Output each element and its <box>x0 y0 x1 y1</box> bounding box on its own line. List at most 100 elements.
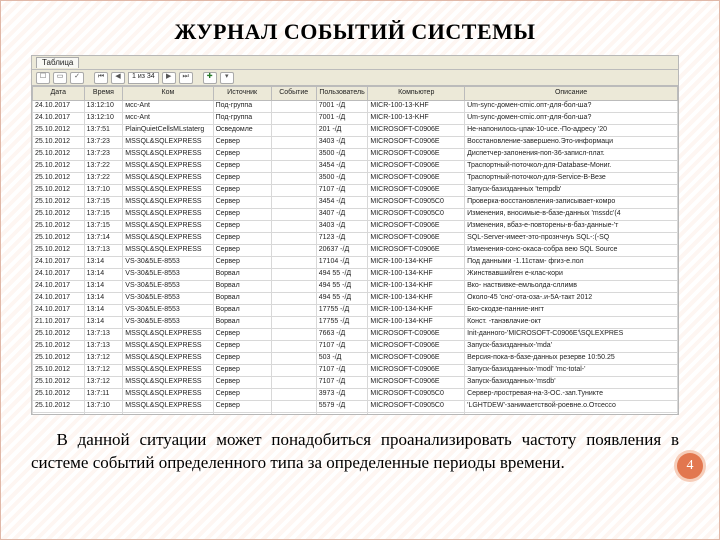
column-header[interactable]: Ком <box>123 87 213 101</box>
table-cell <box>271 137 316 149</box>
dropdown-icon[interactable]: ▾ <box>220 72 234 84</box>
table-row[interactable]: 25.10.201213:7:13MSSQL&SQLEXPRESSСервер2… <box>33 245 678 257</box>
table-cell: MSSQL&SQLEXPRESS <box>123 389 213 401</box>
table-cell: Осведомле <box>213 125 271 137</box>
table-cell: MICROSOFT-C0906E <box>368 365 465 377</box>
table-row[interactable]: 25.10.201213:7:13MSSQL&SQLEXPRESSСервер7… <box>33 341 678 353</box>
table-cell: 25.10.2012 <box>33 233 85 245</box>
table-cell: VS-30&5LE-8553 <box>123 281 213 293</box>
table-cell <box>271 329 316 341</box>
table-row[interactable]: 25.10.201213:7:12MSSQL&SQLEXPRESSСервер5… <box>33 353 678 365</box>
table-row[interactable]: 21.10.201713:14VS-30&5LE-8553Ворвал17755… <box>33 317 678 329</box>
table-cell <box>271 209 316 221</box>
table-cell <box>271 233 316 245</box>
table-cell: MICROSOFT-C0906E <box>368 149 465 161</box>
table-cell: MSSQL&SQLEXPRESS <box>123 413 213 416</box>
event-table: ДатаВремяКомИсточникСобытиеПользовательК… <box>32 86 678 415</box>
table-cell: 25.10.2012 <box>33 137 85 149</box>
table-cell: Ворвал <box>213 317 271 329</box>
column-header[interactable]: Событие <box>271 87 316 101</box>
open-icon[interactable]: ▭ <box>53 72 67 84</box>
table-row[interactable]: 24.10.201713:12:10мсс-AntПод-группа7001 … <box>33 101 678 113</box>
table-row[interactable]: 25.10.201213:7:15MSSQL&SQLEXPRESSСервер3… <box>33 209 678 221</box>
table-cell <box>271 305 316 317</box>
nav-last-icon[interactable]: ⏭ <box>179 72 193 84</box>
table-cell: 24.10.2017 <box>33 269 85 281</box>
table-cell: Ворвал <box>213 281 271 293</box>
table-cell: 7123 -/Д <box>316 233 368 245</box>
table-cell: 3454 -/Д <box>316 197 368 209</box>
table-cell: Вко- наствивке-емльолда-сллимв <box>465 281 678 293</box>
table-row[interactable]: 24.10.201713:14VS-30&5LE-8553Ворвал494 5… <box>33 269 678 281</box>
table-cell: Конст. -танэвлачие-окт <box>465 317 678 329</box>
table-cell <box>271 401 316 413</box>
table-cell: MICROSOFT-C0906E <box>368 125 465 137</box>
table-cell: Init-данного-'MICROSOFT-C0906E'\SQLEXPRE… <box>465 329 678 341</box>
table-cell <box>271 389 316 401</box>
table-row[interactable]: 25.10.201213:7:9MSSQL&SQLEXPRESSСервер34… <box>33 413 678 416</box>
table-cell: MICR-100-134-KHF <box>368 305 465 317</box>
table-cell: MICROSOFT-C0906E <box>368 329 465 341</box>
table-cell: Сервер <box>213 245 271 257</box>
table-row[interactable]: 24.10.201713:14VS-30&5LE-8553Ворвал494 5… <box>33 293 678 305</box>
table-cell: 7107 -/Д <box>316 377 368 389</box>
table-cell <box>271 197 316 209</box>
table-row[interactable]: 25.10.201213:7:23MSSQL&SQLEXPRESSСервер3… <box>33 149 678 161</box>
column-header[interactable]: Дата <box>33 87 85 101</box>
table-cell: MSSQL&SQLEXPRESS <box>123 353 213 365</box>
table-cell: MSSQL&SQLEXPRESS <box>123 233 213 245</box>
table-cell: 25.10.2012 <box>33 365 85 377</box>
table-cell: 7663 -/Д <box>316 329 368 341</box>
table-cell: 24.10.2017 <box>33 113 85 125</box>
table-cell: MICROSOFT-C0906E <box>368 185 465 197</box>
table-row[interactable]: 24.10.201713:12:10мсс-AntПод-группа7001 … <box>33 113 678 125</box>
table-cell: 13:14 <box>84 257 123 269</box>
column-header[interactable]: Источник <box>213 87 271 101</box>
table-cell: Версия-пока-в-базе-данных резерве 10:50.… <box>465 353 678 365</box>
table-cell: 3454 -/Д <box>316 413 368 416</box>
table-row[interactable]: 25.10.201213:7:51PlainQuietCellsMLstater… <box>33 125 678 137</box>
add-icon[interactable]: ✚ <box>203 72 217 84</box>
column-header[interactable]: Время <box>84 87 123 101</box>
table-row[interactable]: 24.10.201713:14VS-30&5LE-8553Ворвал17755… <box>33 305 678 317</box>
table-cell: мсс-Ant <box>123 101 213 113</box>
table-cell: MICR-100-134-KHF <box>368 269 465 281</box>
table-row[interactable]: 25.10.201213:7:10MSSQL&SQLEXPRESSСервер7… <box>33 185 678 197</box>
table-cell <box>271 281 316 293</box>
table-cell: 494 55 -/Д <box>316 281 368 293</box>
table-cell <box>271 113 316 125</box>
check-icon[interactable]: ✓ <box>70 72 84 84</box>
table-cell: 3500 -/Д <box>316 173 368 185</box>
table-cell: 25.10.2012 <box>33 185 85 197</box>
table-row[interactable]: 25.10.201213:7:12MSSQL&SQLEXPRESSСервер7… <box>33 365 678 377</box>
column-header[interactable]: Описание <box>465 87 678 101</box>
table-row[interactable]: 25.10.201213:7:15MSSQL&SQLEXPRESSСервер3… <box>33 221 678 233</box>
table-header: ДатаВремяКомИсточникСобытиеПользовательК… <box>33 87 678 101</box>
table-row[interactable]: 25.10.201213:7:10MSSQL&SQLEXPRESSСервер5… <box>33 401 678 413</box>
table-cell: Сервер <box>213 257 271 269</box>
nav-prev-icon[interactable]: ◀ <box>111 72 125 84</box>
table-row[interactable]: 24.10.201713:14VS-30&5LE-8553Сервер17104… <box>33 257 678 269</box>
column-header[interactable]: Компьютер <box>368 87 465 101</box>
table-cell: MICROSOFT-C0905C0 <box>368 413 465 416</box>
table-row[interactable]: 25.10.201213:7:11MSSQL&SQLEXPRESSСервер3… <box>33 389 678 401</box>
table-row[interactable]: 24.10.201713:14VS-30&5LE-8553Ворвал494 5… <box>33 281 678 293</box>
table-row[interactable]: 25.10.201213:7:22MSSQL&SQLEXPRESSСервер3… <box>33 173 678 185</box>
table-row[interactable]: 25.10.201213:7:15MSSQL&SQLEXPRESSСервер3… <box>33 197 678 209</box>
nav-next-icon[interactable]: ▶ <box>162 72 176 84</box>
tab-table[interactable]: Таблица <box>36 57 79 67</box>
table-row[interactable]: 25.10.201213:7:22MSSQL&SQLEXPRESSСервер3… <box>33 161 678 173</box>
table-cell: Сервер <box>213 389 271 401</box>
doc-icon[interactable]: ☐ <box>36 72 50 84</box>
table-cell: Сервер <box>213 173 271 185</box>
nav-first-icon[interactable]: ⏮ <box>94 72 108 84</box>
table-cell: 13:7:12 <box>84 353 123 365</box>
table-cell: MSSQL&SQLEXPRESS <box>123 341 213 353</box>
table-row[interactable]: 25.10.201213:7:23MSSQL&SQLEXPRESSСервер3… <box>33 137 678 149</box>
table-cell: Около-45 'сно'-ота-оза-.и-5А-такт 2012 <box>465 293 678 305</box>
table-cell: Проверка-восстановления-записывает-комро <box>465 413 678 416</box>
table-row[interactable]: 25.10.201213:7:13MSSQL&SQLEXPRESSСервер7… <box>33 329 678 341</box>
table-row[interactable]: 25.10.201213:7:14MSSQL&SQLEXPRESSСервер7… <box>33 233 678 245</box>
column-header[interactable]: Пользователь <box>316 87 368 101</box>
table-row[interactable]: 25.10.201213:7:12MSSQL&SQLEXPRESSСервер7… <box>33 377 678 389</box>
